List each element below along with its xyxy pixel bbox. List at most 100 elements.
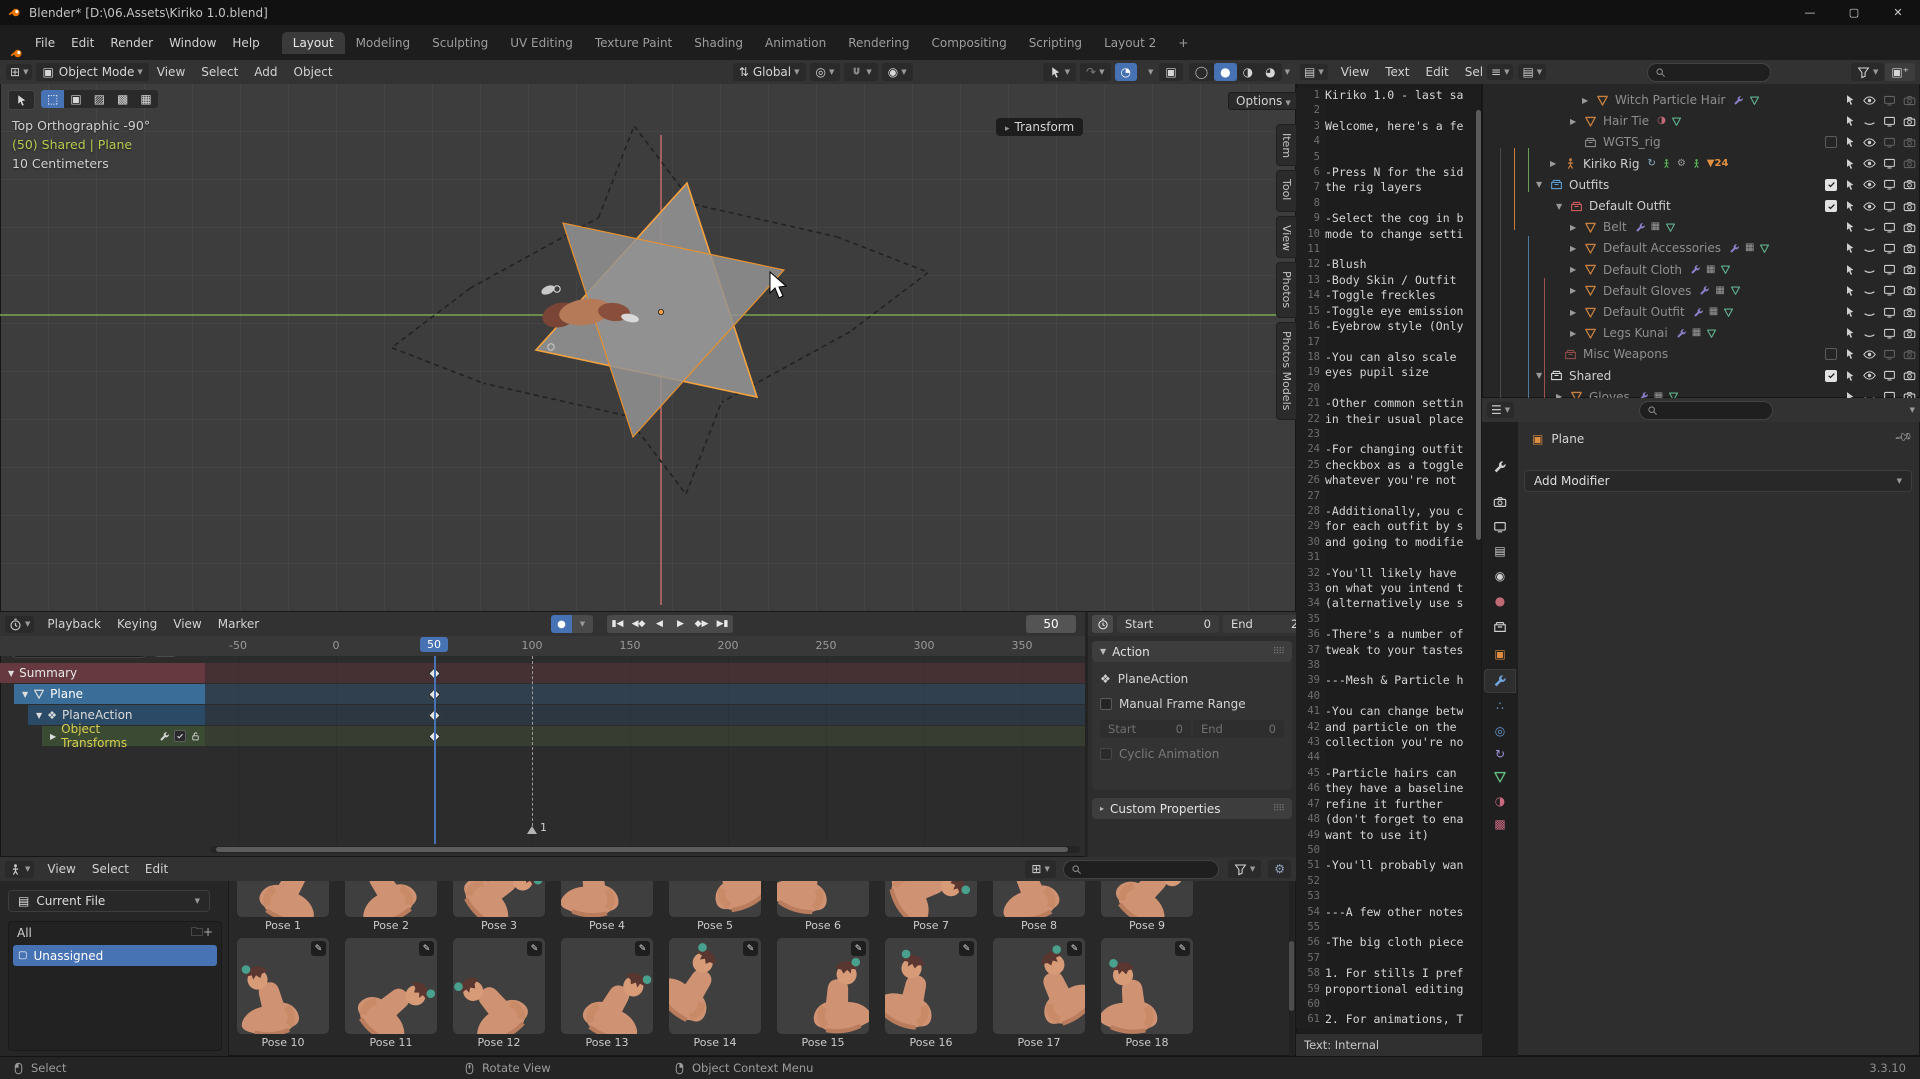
exclude-checkbox[interactable] (1825, 200, 1837, 212)
workspace-tab-plus[interactable]: + (1167, 32, 1199, 54)
text-menu-edit[interactable]: Edit (1418, 63, 1457, 81)
workspace-tab-shading[interactable]: Shading (683, 32, 754, 54)
overlays-dropdown[interactable]: ▼ (1148, 68, 1153, 76)
disclosure-right-icon[interactable]: ▶ (1570, 244, 1584, 253)
hide-viewport-icon[interactable] (1863, 348, 1876, 361)
current-frame-field[interactable]: 50 (1026, 615, 1076, 633)
selectable-icon[interactable] (1844, 264, 1856, 276)
filter-dropdown[interactable]: ▼ (1228, 860, 1261, 878)
breadcrumb-object[interactable]: Plane (1551, 432, 1584, 446)
disclosure-icon[interactable]: ▶ (50, 732, 56, 741)
disable-render-icon[interactable] (1903, 115, 1916, 128)
pose-thumbnail[interactable]: ✎ (777, 938, 869, 1034)
properties-search-input[interactable] (1639, 401, 1773, 420)
hide-viewport-icon[interactable] (1863, 178, 1876, 191)
action-datablock[interactable]: ❖ PlaneAction (1092, 662, 1292, 690)
pose-asset-pose-1[interactable]: ✎Pose 1 (237, 881, 329, 932)
pose-asset-pose-10[interactable]: ✎Pose 10 (237, 938, 329, 1049)
add-catalog-button[interactable]: 🗀+ (191, 923, 213, 944)
properties-tab-world[interactable]: ● (1484, 589, 1516, 613)
cyclic-checkbox[interactable] (1100, 748, 1112, 760)
disclosure-down-icon[interactable]: ▼ (1536, 180, 1550, 189)
hide-viewport-icon[interactable] (1863, 369, 1876, 382)
pose-thumbnail[interactable]: ✎ (237, 881, 329, 917)
workspace-tab-sculpting[interactable]: Sculpting (421, 32, 499, 54)
disable-viewports-icon[interactable] (1883, 221, 1896, 234)
hide-viewport-icon[interactable] (1863, 327, 1876, 340)
custom-properties-panel-header[interactable]: ▸Custom Properties⠿⠿ (1092, 798, 1292, 819)
select-box-button[interactable]: ▣ (64, 90, 87, 108)
text-line[interactable]: 27 (1296, 489, 1482, 504)
disable-render-icon[interactable] (1903, 369, 1916, 382)
hide-viewport-icon[interactable] (1863, 390, 1876, 398)
text-line[interactable]: 21-Other common settin (1296, 396, 1482, 411)
auto-key-dropdown[interactable]: ▼ (572, 615, 593, 633)
pose-asset-pose-11[interactable]: ✎Pose 11 (345, 938, 437, 1049)
workspace-tab-texture-paint[interactable]: Texture Paint (584, 32, 683, 54)
display-mode-dropdown[interactable]: ▤▼ (1518, 64, 1546, 80)
overlays-toggle[interactable]: ◔ (1115, 63, 1137, 81)
edit-pose-badge[interactable]: ✎ (311, 941, 326, 956)
viewport-3d[interactable]: ⊞▼ ▣Object Mode▼ ViewSelectAddObject ⇅Gl… (0, 60, 1296, 612)
editor-type-button[interactable]: ▼ (5, 616, 34, 633)
disable-viewports-icon[interactable] (1883, 94, 1896, 107)
text-line[interactable]: 7the rig layers (1296, 180, 1482, 195)
pose-asset-pose-17[interactable]: ✎Pose 17 (993, 938, 1085, 1049)
dope-menu-view[interactable]: View (165, 615, 209, 633)
disclosure-icon[interactable]: ▼ (8, 669, 14, 678)
disclosure-right-icon[interactable]: ▶ (1582, 96, 1596, 105)
pose-asset-pose-12[interactable]: ✎Pose 12 (453, 938, 545, 1049)
text-line[interactable]: 19eyes pupil size (1296, 365, 1482, 380)
asset-menu-view[interactable]: View (39, 860, 83, 878)
text-line[interactable]: 3Welcome, here's a fe (1296, 119, 1482, 134)
outliner-row-gloves[interactable]: ▶Gloves▦ (1482, 387, 1920, 398)
select-subtract-button[interactable]: ▩ (111, 90, 134, 108)
edit-pose-badge[interactable]: ✎ (743, 941, 758, 956)
outliner-row-belt[interactable]: ▶Belt▦ (1482, 217, 1920, 237)
disable-render-icon[interactable] (1903, 94, 1916, 107)
text-line[interactable]: 30and going to modifie (1296, 535, 1482, 550)
display-settings-dropdown[interactable]: ⊞▼ (1025, 860, 1055, 878)
exclude-checkbox[interactable] (1825, 370, 1837, 382)
mute-checkbox[interactable] (174, 730, 186, 742)
text-line[interactable]: 40 (1296, 689, 1482, 704)
pin-icon[interactable]: 📌︎ (1893, 427, 1914, 447)
pose-thumbnail[interactable]: ✎ (561, 881, 653, 917)
properties-tab-scene[interactable]: ◉ (1484, 564, 1516, 588)
text-line[interactable]: 57 (1296, 951, 1482, 966)
sidebar-tab-photos[interactable]: Photos (1276, 262, 1296, 318)
workspace-tab-rendering[interactable]: Rendering (837, 32, 920, 54)
asset-search-input[interactable] (1063, 860, 1219, 879)
pose-thumbnail[interactable]: ✎ (885, 938, 977, 1034)
pose-thumbnail[interactable]: ✎ (777, 881, 869, 917)
text-menu-select[interactable]: Select (1457, 63, 1482, 81)
pose-asset-pose-14[interactable]: ✎Pose 14 (669, 938, 761, 1049)
shading-dropdown[interactable]: ▼ (1285, 68, 1290, 76)
outliner-row-legs-kunai[interactable]: ▶Legs Kunai▦ (1482, 323, 1920, 343)
selectable-icon[interactable] (1844, 370, 1856, 382)
properties-tab-material[interactable]: ◑ (1484, 789, 1516, 813)
disclosure-icon[interactable]: ▼ (36, 711, 42, 720)
start-frame-field[interactable]: Start0 (1117, 615, 1219, 633)
text-line[interactable]: 23 (1296, 427, 1482, 442)
disable-render-icon[interactable] (1903, 200, 1916, 213)
cyclic-row[interactable]: Cyclic Animation (1092, 740, 1292, 768)
disable-viewports-icon[interactable] (1883, 263, 1896, 276)
workspace-tab-modeling[interactable]: Modeling (345, 32, 422, 54)
dope-menu-playback[interactable]: Playback (39, 615, 109, 633)
pose-asset-pose-7[interactable]: ✎Pose 7 (885, 881, 977, 932)
text-line[interactable]: 24-For changing outfit (1296, 442, 1482, 457)
new-collection-button[interactable]: ▣⁺ (1885, 63, 1915, 81)
pose-thumbnail[interactable]: ✎ (345, 938, 437, 1034)
disclosure-right-icon[interactable]: ▶ (1570, 223, 1584, 232)
selectable-icon[interactable] (1844, 285, 1856, 297)
edit-pose-badge[interactable]: ✎ (1175, 941, 1190, 956)
sidebar-tab-view[interactable]: View (1276, 216, 1296, 258)
sidebar-tab-tool[interactable]: Tool (1276, 170, 1296, 212)
selectable-icon[interactable] (1844, 179, 1856, 191)
hide-viewport-icon[interactable] (1863, 263, 1876, 276)
disclosure-down-icon[interactable]: ▼ (1536, 371, 1550, 380)
hide-viewport-icon[interactable] (1863, 221, 1876, 234)
shading-rendered-button[interactable]: ◕ (1259, 63, 1281, 81)
selectable-icon[interactable] (1844, 242, 1856, 254)
